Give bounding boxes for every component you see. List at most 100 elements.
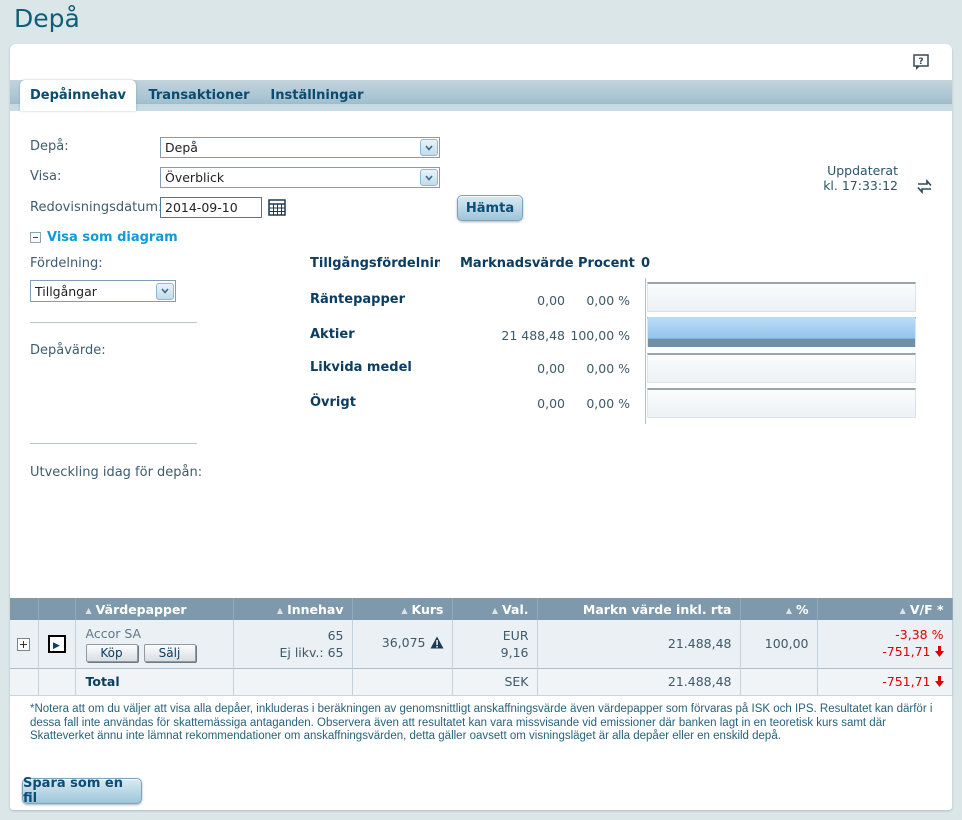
- holding-quantity: 65: [234, 627, 344, 644]
- depavarde-label: Depåvärde:: [30, 343, 106, 358]
- price-value: 36,075: [382, 635, 426, 650]
- alloc-row-percent: 0,00 %: [560, 293, 630, 308]
- divider: [30, 443, 197, 444]
- sort-asc-icon: [900, 602, 910, 617]
- updated-time: kl. 17:33:12: [748, 178, 898, 193]
- alloc-row-value: 0,00: [455, 396, 565, 411]
- alloc-row-percent: 0,00 %: [560, 396, 630, 411]
- alloc-row-percent: 0,00 %: [560, 361, 630, 376]
- total-label: Total: [75, 668, 233, 695]
- total-currency: SEK: [452, 668, 537, 695]
- holding-row: Accor SA Köp Sälj 65 Ej likv.: 65 36,075: [10, 620, 952, 668]
- warning-icon[interactable]: [430, 637, 444, 652]
- main-panel: ? Depåinnehav Transaktioner Inställninga…: [10, 44, 952, 810]
- total-row: Total SEK 21.488,48 -751,71: [10, 668, 952, 695]
- col-procent[interactable]: %: [740, 598, 817, 620]
- sort-asc-icon: [86, 602, 96, 617]
- kop-button[interactable]: Köp: [86, 644, 138, 662]
- vf-value: -751,71: [882, 644, 930, 659]
- depa-label: Depå:: [30, 139, 69, 154]
- detail-arrow-icon[interactable]: [48, 635, 66, 653]
- divider: [30, 322, 197, 323]
- col-vardepapper[interactable]: Värdepapper: [75, 598, 233, 620]
- depa-select-value: Depå: [161, 140, 420, 155]
- visa-select[interactable]: Överblick: [160, 167, 440, 188]
- alloc-row-label: Aktier: [310, 327, 355, 342]
- bar-likvida-medel: [647, 353, 916, 383]
- tab-label: Depåinnehav: [30, 88, 126, 103]
- alloc-row-value: 21 488,48: [455, 328, 565, 343]
- tab-label: Transaktioner: [148, 88, 249, 103]
- page-title: Depå: [14, 4, 80, 33]
- hamta-button-label: Hämta: [466, 201, 514, 216]
- fordelning-select-value: Tillgångar: [31, 284, 156, 299]
- chevron-down-icon: [156, 283, 174, 300]
- spara-som-en-fil-button[interactable]: Spara som en fil: [22, 778, 142, 804]
- bar-ovrigt: [647, 388, 916, 418]
- sort-asc-icon: [492, 602, 502, 617]
- tab-installningar[interactable]: Inställningar: [262, 80, 372, 111]
- vf-percent: -3,38 %: [818, 626, 944, 643]
- col-kurs[interactable]: Kurs: [352, 598, 452, 620]
- refresh-icon[interactable]: [916, 178, 933, 195]
- holdings-table: Värdepapper Innehav Kurs Val. Markn värd…: [10, 598, 953, 696]
- visa-som-diagram-label: Visa som diagram: [47, 230, 178, 245]
- total-vf-value: -751,71: [882, 674, 930, 689]
- col-vf[interactable]: V/F *: [817, 598, 952, 620]
- hamta-button[interactable]: Hämta: [457, 195, 523, 221]
- alloc-row-value: 0,00: [455, 361, 565, 376]
- depa-select[interactable]: Depå: [160, 137, 440, 158]
- updated-label: Uppdaterat: [748, 163, 898, 178]
- spara-button-label: Spara som en fil: [23, 776, 141, 806]
- sort-asc-icon: [401, 602, 411, 617]
- alloc-row-label: Likvida medel: [310, 360, 412, 375]
- tab-transaktioner[interactable]: Transaktioner: [143, 80, 255, 111]
- chevron-down-icon: [420, 169, 438, 186]
- security-name[interactable]: Accor SA: [86, 625, 225, 642]
- alloc-col-category: Tillgångsfördelning: [310, 256, 440, 271]
- calendar-icon[interactable]: [268, 199, 286, 216]
- tab-bar: Depåinnehav Transaktioner Inställningar: [10, 80, 952, 111]
- down-arrow-icon: [935, 645, 944, 660]
- alloc-row-percent: 100,00 %: [560, 328, 630, 343]
- alloc-col-percent: Procent: [578, 256, 630, 271]
- chevron-down-icon: [420, 139, 438, 156]
- salj-button[interactable]: Sälj: [144, 644, 196, 662]
- utveckling-label: Utveckling idag för depån:: [30, 465, 202, 480]
- holding-note: Ej likv.: 65: [234, 644, 344, 661]
- market-value: 21.488,48: [537, 620, 740, 668]
- fordelning-label: Fördelning:: [30, 256, 103, 271]
- alloc-row-value: 0,00: [455, 293, 565, 308]
- redovisningsdatum-input[interactable]: [160, 197, 262, 218]
- fx-rate: 9,16: [453, 644, 529, 661]
- bar-fill: [648, 317, 915, 339]
- tab-label: Inställningar: [270, 88, 363, 103]
- updated-status: Uppdaterat kl. 17:33:12: [748, 163, 898, 193]
- percent-value: 100,00: [740, 620, 817, 668]
- col-val[interactable]: Val.: [452, 598, 537, 620]
- bar-rantepapper: [647, 282, 916, 312]
- total-market-value: 21.488,48: [537, 668, 740, 695]
- visa-som-diagram-toggle[interactable]: Visa som diagram: [30, 230, 178, 245]
- alloc-col-value: Marknadsvärde: [460, 256, 565, 271]
- collapse-icon: [30, 232, 41, 243]
- alloc-row-label: Övrigt: [310, 395, 356, 410]
- tab-depainnehav[interactable]: Depåinnehav: [20, 80, 136, 111]
- fordelning-select[interactable]: Tillgångar: [30, 280, 176, 302]
- sort-asc-icon: [277, 602, 287, 617]
- col-expand: [10, 598, 38, 620]
- footnote-text: *Notera att om du väljer att visa alla d…: [30, 703, 942, 744]
- chart-axis-line: [645, 278, 646, 424]
- expand-row-icon[interactable]: [17, 638, 30, 651]
- visa-select-value: Överblick: [161, 170, 420, 185]
- col-markn-varde[interactable]: Markn värde inkl. rta: [537, 598, 740, 620]
- col-detail: [38, 598, 75, 620]
- alloc-axis-zero: 0: [641, 256, 650, 271]
- visa-label: Visa:: [30, 169, 61, 184]
- svg-text:?: ?: [918, 57, 923, 67]
- help-icon[interactable]: ?: [911, 53, 931, 72]
- currency-code: EUR: [453, 627, 529, 644]
- sort-asc-icon: [786, 602, 796, 617]
- col-innehav[interactable]: Innehav: [233, 598, 352, 620]
- redovisningsdatum-label: Redovisningsdatum:: [30, 200, 162, 215]
